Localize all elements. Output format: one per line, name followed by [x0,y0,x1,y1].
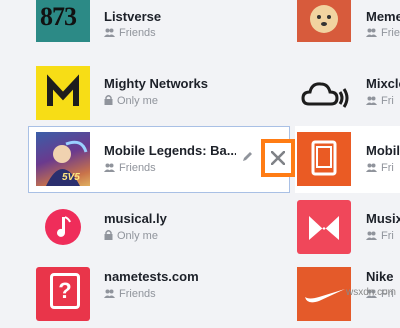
right-app-column: Meme Frie Mixclo Fri Mobil Fri Musix Fri [290,0,400,321]
friends-icon [366,28,377,37]
app-row-listverse[interactable]: 873 Listverse Friends [28,0,290,49]
listverse-thumbnail: 873 [36,0,90,42]
app-name[interactable]: nametests.com [104,269,199,284]
lock-icon [104,95,113,105]
watermark: wsxdn.com [345,287,396,298]
privacy-label: Friends [104,27,156,39]
friends-icon [366,163,377,172]
friends-icon [366,231,377,240]
mighty-networks-thumbnail [36,66,90,120]
privacy-label: Frie [366,27,400,39]
app-row-meme[interactable]: Meme Frie [295,0,400,49]
app-row-nametests[interactable]: ? nametests.com Friends [28,261,290,328]
musically-logo-icon [45,209,81,245]
meme-thumbnail [297,0,351,42]
swoosh-icon [305,289,345,303]
cloud-icon [301,82,349,108]
privacy-label: Fri [366,162,394,174]
app-name[interactable]: Mobile Legends: Ba... [104,143,236,158]
musically-thumbnail [36,200,90,254]
privacy-label: Only me [104,230,158,242]
friends-icon [104,28,115,37]
app-row-mighty-networks[interactable]: Mighty Networks Only me [28,60,290,127]
friends-icon [104,163,115,172]
app-name[interactable]: Mighty Networks [104,76,208,91]
privacy-label: Fri [366,230,394,242]
musixmatch-thumbnail [297,200,351,254]
reader-icon [311,140,337,176]
app-name[interactable]: Musix [366,211,400,226]
mixcloud-thumbnail [297,66,351,120]
friends-icon [366,96,377,105]
edit-pencil-icon[interactable] [242,149,253,167]
left-app-column: 873 Listverse Friends Mighty Networks On… [0,0,295,321]
privacy-label: Friends [104,288,156,300]
app-row-mobile-legends[interactable]: 5V5 Mobile Legends: Ba... Friends [28,126,295,193]
close-icon [271,151,285,165]
app-name[interactable]: musical.ly [104,211,167,226]
mobile-legends-thumbnail: 5V5 [36,132,90,186]
mighty-networks-logo-icon [47,74,79,106]
app-row-musixmatch[interactable]: Musix Fri [295,194,400,261]
privacy-label: Only me [104,95,158,107]
app-name[interactable]: Nike [366,269,393,284]
privacy-label: Friends [104,162,156,174]
app-name[interactable]: Meme [366,9,400,24]
privacy-label: Fri [366,95,394,107]
friends-icon [104,289,115,298]
dog-icon [310,5,338,33]
app-name[interactable]: Listverse [104,9,161,24]
musixmatch-logo-icon [309,216,339,240]
lock-icon [104,230,113,240]
nametests-thumbnail: ? [36,267,90,321]
app-row-mixcloud[interactable]: Mixclo Fri [295,60,400,127]
nike-thumbnail [297,267,351,321]
app-name[interactable]: Mobil [366,143,400,158]
mobile-thumbnail [297,132,351,186]
app-row-musically[interactable]: musical.ly Only me [28,194,290,261]
app-row-mobile[interactable]: Mobil Fri [295,126,400,193]
app-name[interactable]: Mixclo [366,76,400,91]
